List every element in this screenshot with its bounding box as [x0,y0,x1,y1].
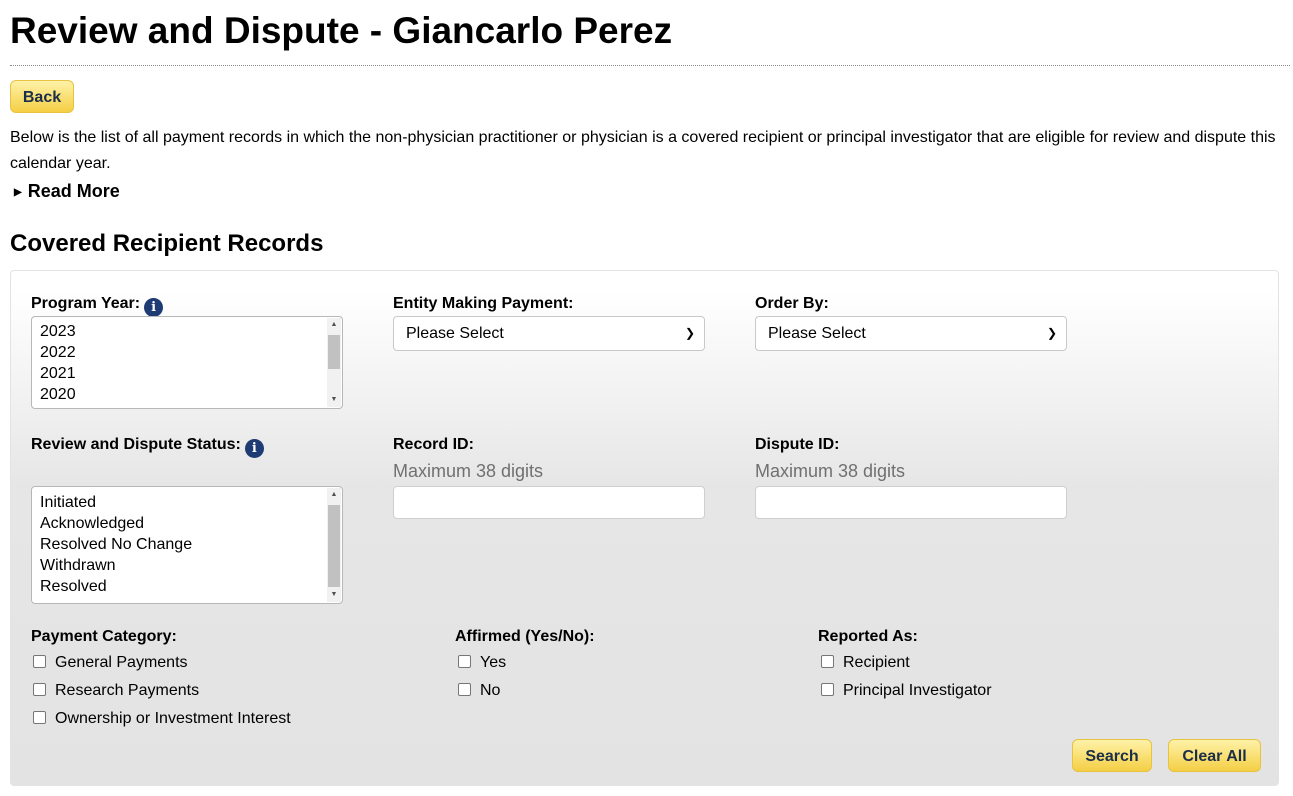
program-year-label: Program Year: i [31,294,164,317]
checkbox[interactable] [821,655,834,668]
status-option[interactable]: Withdrawn [32,555,342,576]
chevron-down-icon: ❯ [1046,326,1057,340]
checkbox-label: No [480,682,501,699]
dispute-id-label: Dispute ID: [755,436,840,453]
checkbox-ownership-interest[interactable]: Ownership or Investment Interest [33,709,291,729]
back-button[interactable]: Back [10,80,74,113]
read-more-toggle[interactable]: ▶ Read More [14,181,120,202]
order-by-label: Order By: [755,295,829,312]
checkbox-label: Research Payments [55,682,200,699]
status-label: Review and Dispute Status: i [31,435,264,458]
checkbox[interactable] [33,655,46,668]
record-id-label: Record ID: [393,436,474,453]
program-year-option[interactable]: 2022 [32,342,342,363]
dispute-id-input[interactable] [755,486,1067,519]
record-id-hint: Maximum 38 digits [393,461,544,481]
program-year-option[interactable]: 2020 [32,384,342,405]
info-icon[interactable]: i [144,298,164,317]
checkbox-label: Principal Investigator [843,682,992,699]
triangle-right-icon: ▶ [14,187,22,198]
reported-as-label: Reported As: [818,628,918,645]
entity-label: Entity Making Payment: [393,295,574,312]
checkbox-recipient[interactable]: Recipient [821,653,910,673]
page-title: Review and Dispute - Giancarlo Perez [10,10,673,51]
scrollbar-thumb[interactable] [328,505,340,587]
checkbox-label: General Payments [55,654,188,671]
order-by-select[interactable]: Please Select ❯ [755,316,1067,351]
status-option[interactable]: Initiated [32,492,342,513]
payment-category-label: Payment Category: [31,628,177,645]
program-year-label-text: Program Year: [31,295,141,312]
status-option[interactable]: Resolved [32,576,342,597]
checkbox-affirmed-yes[interactable]: Yes [458,653,506,673]
program-year-listbox[interactable]: 2023 2022 2021 2020 ▲ ▼ [31,316,343,409]
checkbox[interactable] [458,655,471,668]
checkbox-research-payments[interactable]: Research Payments [33,681,199,701]
checkbox-affirmed-no[interactable]: No [458,681,500,701]
dispute-id-hint: Maximum 38 digits [755,461,906,481]
scroll-up-icon[interactable]: ▲ [327,320,341,330]
scroll-down-icon[interactable]: ▼ [327,590,341,600]
checkbox-principal-investigator[interactable]: Principal Investigator [821,681,992,701]
checkbox[interactable] [458,683,471,696]
status-option[interactable]: Acknowledged [32,513,342,534]
status-label-text: Review and Dispute Status: [31,436,241,453]
read-more-label: Read More [27,181,120,201]
clear-all-button[interactable]: Clear All [1168,739,1261,772]
title-divider [10,65,1290,66]
checkbox-general-payments[interactable]: General Payments [33,653,188,673]
checkbox-label: Recipient [843,654,910,671]
checkbox-label: Ownership or Investment Interest [55,710,291,727]
scroll-down-icon[interactable]: ▼ [327,395,341,405]
status-listbox[interactable]: Initiated Acknowledged Resolved No Chang… [31,486,343,604]
checkbox-label: Yes [480,654,507,671]
checkbox[interactable] [821,683,834,696]
status-scrollbar[interactable]: ▲ ▼ [327,488,341,602]
checkbox[interactable] [33,711,46,724]
filter-panel: Program Year: i 2023 2022 2021 2020 ▲ ▼ E… [10,270,1279,786]
status-option[interactable]: Resolved No Change [32,534,342,555]
affirmed-label: Affirmed (Yes/No): [455,628,595,645]
entity-select[interactable]: Please Select ❯ [393,316,705,351]
search-button[interactable]: Search [1072,739,1152,772]
chevron-down-icon: ❯ [684,326,695,340]
order-by-select-value: Please Select [768,325,866,342]
scroll-up-icon[interactable]: ▲ [327,490,341,500]
entity-select-value: Please Select [406,325,504,342]
info-icon[interactable]: i [244,439,264,458]
checkbox[interactable] [33,683,46,696]
section-title: Covered Recipient Records [10,230,324,257]
program-year-option[interactable]: 2021 [32,363,342,384]
program-year-option[interactable]: 2023 [32,321,342,342]
record-id-input[interactable] [393,486,705,519]
scrollbar-thumb[interactable] [328,335,340,369]
program-year-scrollbar[interactable]: ▲ ▼ [327,318,341,407]
intro-text: Below is the list of all payment records… [10,129,1276,172]
